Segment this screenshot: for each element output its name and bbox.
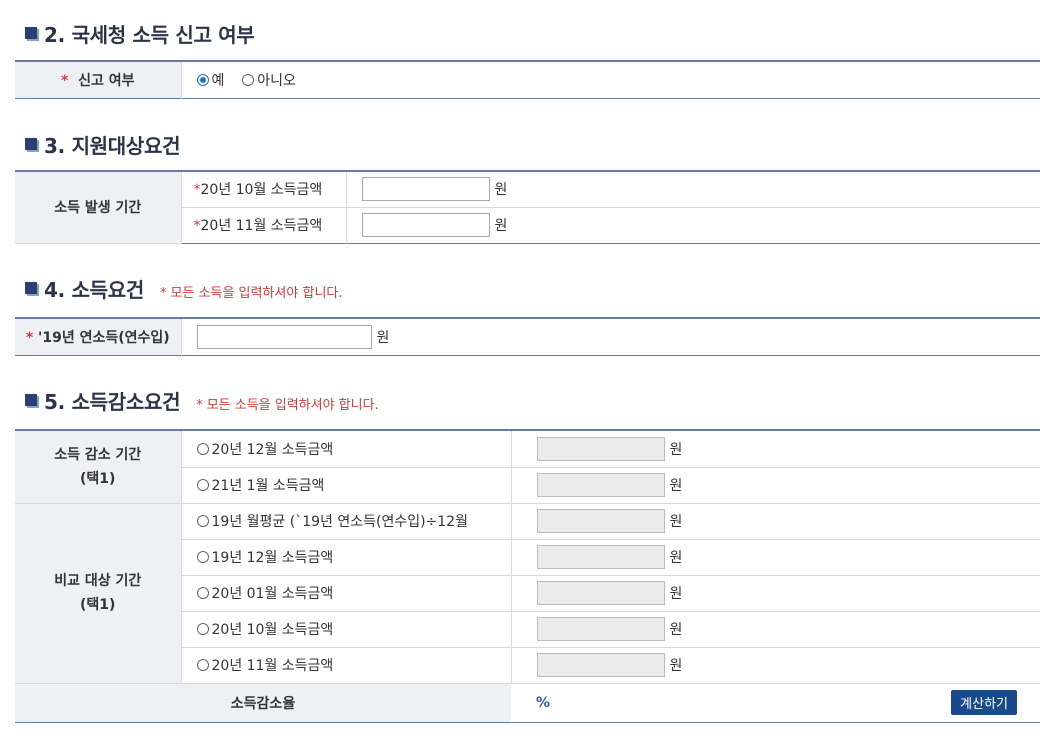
section-5-note: * 모든 소득을 입력하셔야 합니다. bbox=[196, 398, 379, 413]
radio-checked-icon[interactable] bbox=[196, 73, 209, 86]
radio-yes[interactable]: 예 bbox=[196, 73, 224, 89]
income-oct-2020-input[interactable] bbox=[361, 177, 490, 202]
radio-icon[interactable] bbox=[196, 623, 209, 635]
option-jan-2020[interactable]: 20년 01월 소득금액 bbox=[181, 575, 512, 612]
amount-input[interactable] bbox=[536, 509, 665, 533]
amount-input[interactable] bbox=[536, 436, 665, 461]
report-options: 예 아니오 bbox=[181, 61, 1040, 98]
section-2-title: 2. 국세청 소득 신고 여부 bbox=[25, 19, 255, 48]
decrease-period-label: 소득 감소 기간 (택1) bbox=[15, 430, 182, 504]
required-mark: * bbox=[61, 72, 69, 89]
section-5-heading: 5. 소득감소요건 bbox=[44, 390, 181, 414]
income-row-label: *20년 10월 소득금액 bbox=[181, 171, 347, 208]
section-3-heading: 3. 지원대상요건 bbox=[44, 134, 181, 158]
amount-cell: 원 bbox=[511, 611, 1040, 648]
radio-no[interactable]: 아니오 bbox=[242, 73, 296, 89]
annual-income-label-cell: * '19년 연소득(연수입) bbox=[15, 318, 182, 355]
amount-input[interactable] bbox=[536, 581, 665, 605]
amount-cell: 원 bbox=[511, 647, 1040, 684]
amount-cell: 원 bbox=[511, 539, 1040, 576]
amount-input[interactable] bbox=[536, 473, 665, 497]
annual-income-2019-input[interactable] bbox=[196, 324, 372, 349]
option-2019-monthly-avg[interactable]: 19년 월평균 (`19년 연소득(연수입)÷12월 bbox=[181, 503, 512, 540]
section-4-title: 4. 소득요건 * 모든 소득을 입력하셔야 합니다. bbox=[25, 274, 343, 303]
section-bullet-icon bbox=[25, 393, 37, 406]
income-decrease-table: 소득 감소 기간 (택1) 20년 12월 소득금액 원 21년 1월 소득금액 … bbox=[15, 429, 1040, 723]
section-bullet-icon bbox=[25, 137, 37, 150]
amount-input[interactable] bbox=[536, 545, 665, 569]
option-nov-2020[interactable]: 20년 11월 소득금액 bbox=[181, 647, 512, 684]
radio-icon[interactable] bbox=[196, 587, 209, 599]
amount-input[interactable] bbox=[536, 617, 665, 641]
report-label-cell: * 신고 여부 bbox=[15, 61, 182, 98]
report-table: * 신고 여부 예 아니오 bbox=[15, 60, 1040, 99]
income-row-label: *20년 11월 소득금액 bbox=[181, 207, 347, 243]
option-jan-2021[interactable]: 21년 1월 소득금액 bbox=[181, 467, 512, 504]
eligibility-table: 소득 발생 기간 *20년 10월 소득금액 원 *20년 11월 소득금액 원 bbox=[15, 170, 1040, 244]
decrease-rate-cell: % 계산하기 bbox=[511, 683, 1040, 722]
radio-icon[interactable] bbox=[196, 442, 209, 455]
income-requirement-table: * '19년 연소득(연수입) 원 bbox=[15, 317, 1040, 356]
income-input-cell: 원 bbox=[346, 207, 1040, 243]
radio-icon[interactable] bbox=[196, 659, 209, 671]
section-3-title: 3. 지원대상요건 bbox=[25, 130, 180, 159]
calculate-button[interactable]: 계산하기 bbox=[951, 689, 1017, 715]
option-dec-2019[interactable]: 19년 12월 소득금액 bbox=[181, 539, 512, 576]
section-bullet-icon bbox=[25, 26, 37, 39]
option-dec-2020[interactable]: 20년 12월 소득금액 bbox=[181, 430, 512, 468]
section-bullet-icon bbox=[25, 281, 37, 294]
radio-icon[interactable] bbox=[196, 551, 209, 563]
amount-cell: 원 bbox=[511, 430, 1040, 468]
radio-icon[interactable] bbox=[196, 515, 209, 527]
radio-icon[interactable] bbox=[196, 479, 209, 491]
amount-cell: 원 bbox=[511, 575, 1040, 612]
income-period-label: 소득 발생 기간 bbox=[15, 171, 182, 244]
section-4-heading: 4. 소득요건 bbox=[44, 278, 144, 302]
option-oct-2020[interactable]: 20년 10월 소득금액 bbox=[181, 611, 512, 648]
amount-cell: 원 bbox=[511, 467, 1040, 504]
section-2-heading: 2. 국세청 소득 신고 여부 bbox=[44, 23, 255, 47]
rate-unit: % bbox=[536, 694, 551, 711]
section-4-note: * 모든 소득을 입력하셔야 합니다. bbox=[159, 286, 343, 301]
radio-icon[interactable] bbox=[242, 73, 255, 86]
report-label: 신고 여부 bbox=[78, 72, 135, 89]
annual-income-input-cell: 원 bbox=[181, 318, 1040, 355]
income-nov-2020-input[interactable] bbox=[361, 213, 490, 237]
amount-input[interactable] bbox=[536, 653, 665, 677]
decrease-rate-label: 소득감소율 bbox=[15, 683, 511, 722]
section-5-title: 5. 소득감소요건 * 모든 소득을 입력하셔야 합니다. bbox=[25, 386, 379, 415]
comparison-period-label: 비교 대상 기간 (택1) bbox=[15, 503, 182, 684]
income-input-cell: 원 bbox=[346, 171, 1040, 208]
amount-cell: 원 bbox=[511, 503, 1040, 540]
